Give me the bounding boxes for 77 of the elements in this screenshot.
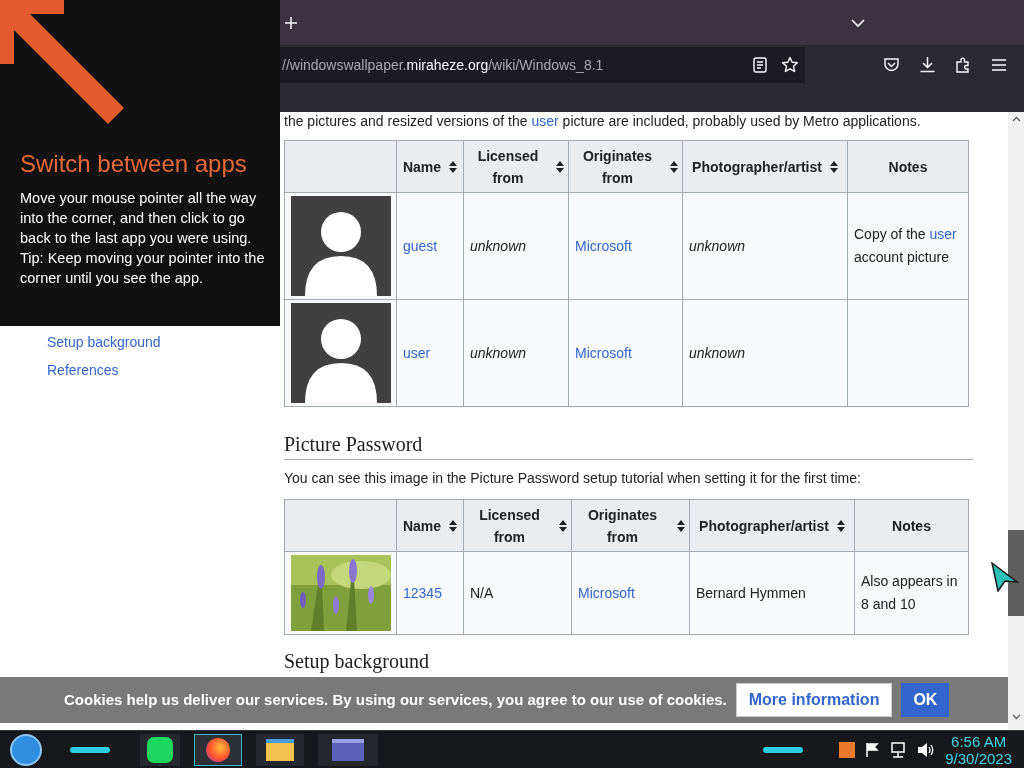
tray-app-icon[interactable] <box>839 741 856 758</box>
tip-title: Switch between apps <box>20 149 248 179</box>
sidebar-link[interactable]: References <box>47 356 119 384</box>
sort-icon[interactable] <box>556 160 564 173</box>
sidebar-link[interactable]: Setup background <box>47 328 161 356</box>
network-icon[interactable] <box>889 741 908 758</box>
table-text: unknown <box>689 237 746 254</box>
puzzle-icon[interactable] <box>955 56 972 73</box>
table-text: Also appears in 8 and 10 <box>861 573 958 612</box>
scroll-up-icon[interactable] <box>1011 116 1021 122</box>
more-information-button[interactable]: More information <box>735 683 893 717</box>
start-button[interactable] <box>10 733 42 766</box>
clock-date: 9/30/2023 <box>945 749 1012 767</box>
cursor-icon <box>991 562 1019 592</box>
table-text: Bernard Hymmen <box>696 584 806 601</box>
star-icon[interactable] <box>781 56 799 74</box>
column-header: Originates from <box>581 146 654 188</box>
sort-icon[interactable] <box>829 160 838 173</box>
column-header: Licensed from <box>476 146 540 188</box>
speaker-icon[interactable] <box>917 741 936 758</box>
intro-text: the pictures and resized versions of the user picture are included, probably used by Metro applications. <box>284 112 922 130</box>
sort-icon[interactable] <box>670 160 678 173</box>
scroll-down-icon[interactable] <box>1011 714 1021 720</box>
table-link[interactable]: 12345 <box>403 584 442 601</box>
section-heading: Setup background <box>284 649 429 673</box>
column-header: Name <box>402 157 442 177</box>
table-text: unknown <box>689 344 746 361</box>
column-header: Notes <box>892 516 931 536</box>
sort-icon[interactable] <box>559 519 567 532</box>
avatar-silhouette-icon <box>291 303 391 403</box>
user-link[interactable]: user <box>531 113 559 129</box>
table-link[interactable]: Microsoft <box>575 344 632 361</box>
table-link[interactable]: user <box>403 344 431 361</box>
taskbar-decoration <box>70 746 110 753</box>
download-icon[interactable] <box>919 56 936 73</box>
flag-icon[interactable] <box>865 741 880 758</box>
menu-icon[interactable] <box>991 57 1007 72</box>
sort-icon[interactable] <box>677 519 685 532</box>
table-text: N/A <box>470 584 494 601</box>
column-header: Photographer/artist <box>699 516 829 536</box>
table-link[interactable]: Microsoft <box>578 584 635 601</box>
section-text: You can see this image in the Picture Password setup tutorial when setting it for the first time: <box>284 469 862 488</box>
tip-text: Tip: Keep moving your pointer into the corner until you see the app. <box>20 249 266 288</box>
scrollbar-thumb[interactable] <box>1008 530 1024 616</box>
new-tab-icon[interactable] <box>284 15 298 30</box>
clock-time: 6:56 AM <box>951 732 1007 750</box>
address-bar[interactable]: //windowswallpaper.miraheze.org/wiki/Windows_8.1 <box>280 47 805 83</box>
column-header: Photographer/artist <box>692 157 822 177</box>
url-text: //windowswallpaper.miraheze.org/wiki/Windows_8.1 <box>282 55 604 75</box>
column-header: Licensed from <box>478 505 541 547</box>
column-header: Name <box>402 516 442 536</box>
taskbar-folder-icon[interactable] <box>256 733 304 766</box>
section-heading: Picture Password <box>284 431 973 460</box>
taskbar-decoration <box>763 746 804 753</box>
clock[interactable]: 6:56 AM 9/30/2023 <box>945 732 1012 767</box>
column-header: Originates from <box>586 505 659 547</box>
taskbar-card-icon[interactable] <box>318 733 378 766</box>
taskbar-app-icon[interactable] <box>140 733 180 766</box>
sort-icon[interactable] <box>836 519 845 532</box>
table-text: unknown <box>470 237 527 254</box>
sort-icon[interactable] <box>449 519 458 532</box>
sort-icon[interactable] <box>449 160 458 173</box>
ok-button[interactable]: OK <box>901 683 950 717</box>
table-link[interactable]: guest <box>403 237 438 254</box>
scrollbar[interactable] <box>1008 112 1024 730</box>
table-text: unknown <box>470 344 527 361</box>
pocket-icon[interactable] <box>883 56 900 73</box>
table-link[interactable]: Microsoft <box>575 237 632 254</box>
table-text: Copy of the user account picture <box>854 226 957 265</box>
tip-body: Move your mouse pointer all the way into the corner, and then click to go back to the last app you were using. <box>20 189 258 248</box>
avatar-silhouette-icon <box>291 196 391 296</box>
reader-view-icon[interactable] <box>753 57 767 73</box>
table-link[interactable]: user <box>929 226 957 242</box>
column-header: Notes <box>888 157 928 177</box>
cookie-text: Cookies help us deliver our services. By using our services, you agree to our use of cookies. <box>64 689 727 710</box>
chevron-down-icon[interactable] <box>851 17 865 28</box>
taskbar-browser-icon[interactable] <box>194 733 242 766</box>
